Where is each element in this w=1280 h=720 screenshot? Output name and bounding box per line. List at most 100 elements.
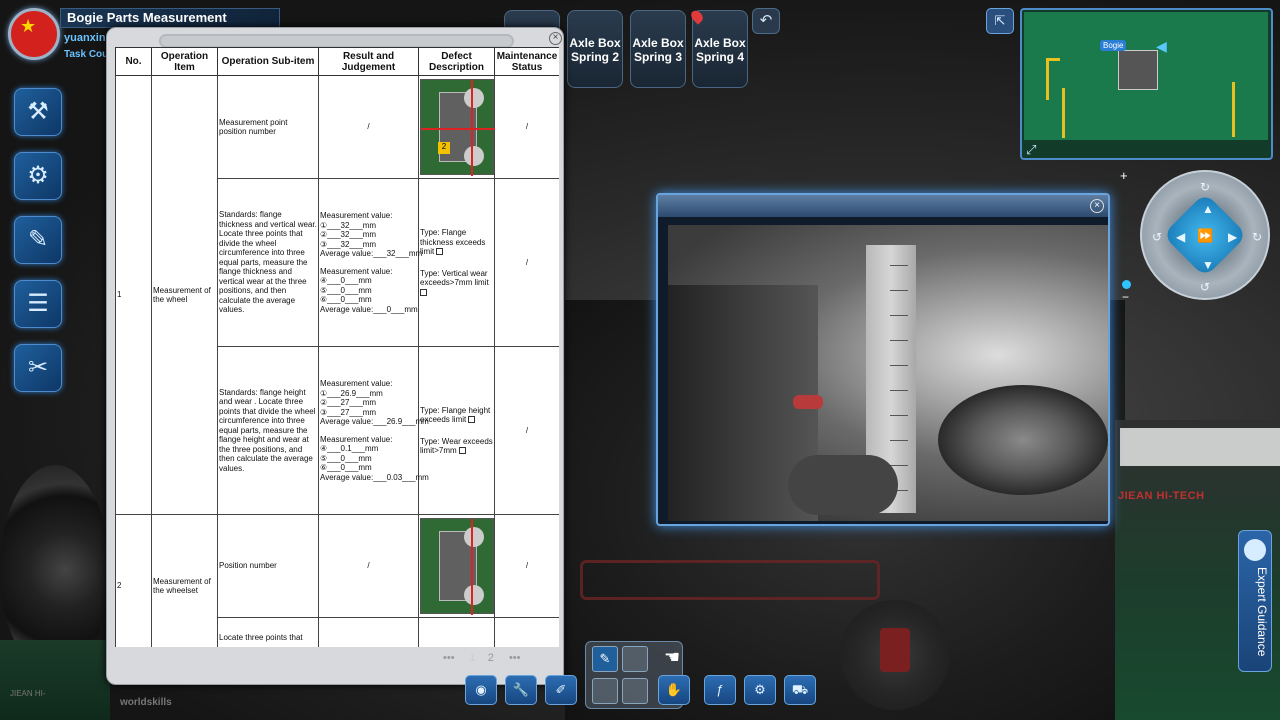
report-sheet[interactable]: No. Operation Item Operation Sub-item Re…: [115, 47, 559, 647]
wheelset-diagram-image[interactable]: [420, 518, 494, 615]
bogie-marker: [1118, 50, 1158, 90]
row1b-defect-b: Type: Vertical wear exceeds>7mm limit: [420, 268, 489, 288]
hand-grab-icon[interactable]: ✋: [658, 675, 690, 705]
tools-icon[interactable]: ⚒: [14, 88, 62, 136]
next-page-button[interactable]: •••: [509, 652, 521, 664]
row1-no: 1: [115, 75, 152, 515]
checkbox-vertical-wear[interactable]: [420, 288, 427, 296]
rotate-down-icon[interactable]: ↺: [1200, 280, 1210, 294]
bogie-map-label: Bogie: [1100, 40, 1127, 51]
report-table: No. Operation Item Operation Sub-item Re…: [115, 47, 559, 647]
page-1[interactable]: 1: [470, 652, 476, 664]
checkbox-flange-thickness[interactable]: [436, 248, 444, 256]
row1c-result[interactable]: Measurement value: ①___26.9___mm ②___27_…: [318, 346, 429, 515]
row1c-defect-b: Type: Wear exceeds limit>7mm: [420, 436, 493, 456]
row1b-measure-a[interactable]: Measurement value: ①___32___mm ②___32___…: [320, 211, 422, 259]
fx-icon[interactable]: ƒ: [704, 675, 736, 705]
tool-slot[interactable]: [622, 678, 648, 704]
zoom-in-icon[interactable]: +: [1120, 168, 1128, 183]
camera-popup-header[interactable]: [658, 195, 1108, 217]
report-panel: × No. Operation Item Operation Sub-item …: [106, 27, 564, 685]
row1b-defect-a: Type: Flange thickness exceeds limit: [420, 228, 486, 256]
pen-icon[interactable]: ✎: [592, 646, 618, 672]
close-icon[interactable]: ×: [1090, 199, 1104, 213]
china-flag-icon: ★: [8, 8, 60, 60]
row2b-defect: [418, 617, 495, 647]
table-row: 2 Measurement of the wheelset Position n…: [115, 514, 559, 647]
expand-map-icon[interactable]: ⤢: [1026, 142, 1036, 158]
brush-icon[interactable]: ✐: [545, 675, 577, 705]
wheel-hub: [840, 600, 950, 710]
row2-no: 2: [115, 514, 152, 647]
tool-slot[interactable]: [592, 678, 618, 704]
rotate-left-icon[interactable]: ↺: [1152, 230, 1162, 244]
hand-icon[interactable]: ☚: [664, 647, 680, 668]
row1c-defect-a: Type: Flange height exceeds limit: [420, 405, 491, 425]
rotate-up-icon[interactable]: ↻: [1200, 180, 1210, 194]
wheel-diagram-image[interactable]: 2: [420, 79, 495, 176]
move-up-icon[interactable]: ▲: [1202, 202, 1214, 216]
row1b-maint: /: [494, 178, 559, 347]
row1c-defect: Type: Flange height exceeds limit Type: …: [418, 346, 495, 515]
settings-tool-icon[interactable]: ⚙: [744, 675, 776, 705]
zoom-level-dot[interactable]: [1122, 280, 1131, 289]
expert-guidance-button[interactable]: Expert Guidance: [1238, 530, 1272, 672]
row1c-subitem: Standards: flange height and wear . Loca…: [217, 346, 319, 515]
edit-report-icon[interactable]: ✎: [14, 216, 62, 264]
row2a-subitem: Position number: [217, 514, 319, 618]
checklist-icon[interactable]: ☰: [14, 280, 62, 328]
checkbox-wear[interactable]: [458, 447, 466, 455]
map-toggle-icon[interactable]: ⇱: [986, 8, 1014, 34]
rotate-right-icon[interactable]: ↻: [1252, 230, 1262, 244]
header-defect: Defect Description: [418, 47, 495, 76]
forward-icon[interactable]: ⏩: [1197, 228, 1213, 244]
minimap[interactable]: Bogie ◀ ⤢: [1020, 8, 1273, 160]
workshop-wall-stripe: [1120, 428, 1280, 466]
row1a-result: /: [318, 75, 419, 179]
row1c-measure-a[interactable]: Measurement value: ①___26.9___mm ②___27_…: [320, 379, 429, 427]
header-maint: Maintenance Status: [494, 47, 559, 76]
spring-tab-2[interactable]: Axle Box Spring 2: [567, 10, 623, 88]
left-floor: [0, 640, 110, 720]
tool-slot[interactable]: [622, 646, 648, 672]
expert-guidance-label: Expert Guidance: [1255, 567, 1269, 657]
zoom-out-icon[interactable]: −: [1122, 290, 1129, 304]
drag-handle[interactable]: [159, 34, 514, 48]
page-title: Bogie Parts Measurement: [60, 8, 280, 28]
row2a-defect: [418, 514, 495, 618]
row2-item: Measurement of the wheelset: [151, 514, 218, 647]
row1b-measure-b[interactable]: Measurement value: ④___0___mm ⑤___0___mm…: [320, 267, 418, 315]
row1c-measure-b[interactable]: Measurement value: ④___0.1___mm ⑤___0___…: [320, 435, 429, 483]
header-result: Result and Judgement: [318, 47, 419, 76]
move-right-icon[interactable]: ▶: [1228, 230, 1237, 244]
row1b-subitem: Standards: flange thickness and vertical…: [217, 178, 319, 347]
measurement-closeup-image: [668, 225, 1108, 521]
player-arrow-icon: ◀: [1156, 38, 1167, 54]
move-left-icon[interactable]: ◀: [1176, 230, 1185, 244]
car-tool-icon[interactable]: ⛟: [784, 675, 816, 705]
inspect-icon[interactable]: ⚙: [14, 152, 62, 200]
checkbox-flange-height[interactable]: [468, 416, 476, 424]
row1a-maint: /: [494, 75, 559, 179]
row1c-maint: /: [494, 346, 559, 515]
camera-navigation-pad[interactable]: ↻ ↺ ↺ ↻ ▲ ▼ ◀ ▶ ⏩: [1140, 170, 1270, 300]
header-subitem: Operation Sub-item: [217, 47, 319, 76]
gauge-icon[interactable]: ◉: [465, 675, 497, 705]
move-down-icon[interactable]: ▼: [1202, 258, 1214, 272]
spring-tab-3[interactable]: Axle Box Spring 3: [630, 10, 686, 88]
wrench-icon[interactable]: 🔧: [505, 675, 537, 705]
folder-icon[interactable]: ✂: [14, 344, 62, 392]
jiean-watermark: JIEAN HI-: [10, 689, 46, 698]
row1b-result[interactable]: Measurement value: ①___32___mm ②___32___…: [318, 178, 422, 347]
page-2[interactable]: 2: [488, 652, 494, 664]
row1a-subitem: Measurement point position number: [217, 75, 319, 179]
close-icon[interactable]: ×: [549, 32, 562, 45]
worldskills-logo: worldskills: [120, 697, 172, 708]
measurement-camera-popup: ×: [656, 193, 1110, 526]
row1a-defect: 2: [418, 75, 495, 179]
table-header-row: No. Operation Item Operation Sub-item Re…: [115, 47, 559, 76]
table-row: 1 Measurement of the wheel Measurement p…: [115, 75, 559, 515]
prev-page-button[interactable]: •••: [443, 652, 455, 664]
left-toolbar: ⚒ ⚙ ✎ ☰ ✂: [14, 88, 64, 408]
undo-icon[interactable]: ↶: [752, 8, 780, 34]
